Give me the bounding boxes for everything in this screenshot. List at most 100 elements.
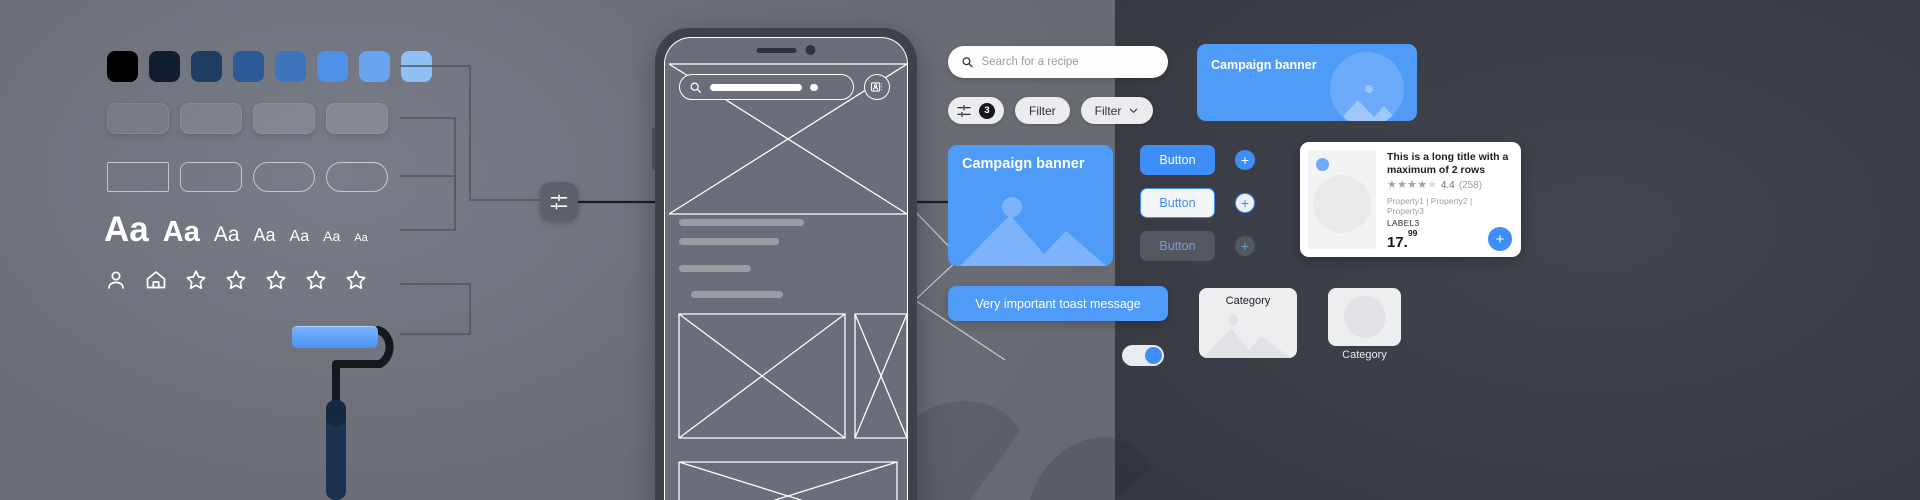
price-cents: 99 [1407,228,1418,239]
color-swatch[interactable] [317,51,348,82]
radius-sample[interactable] [253,162,315,192]
earpiece-speaker [756,47,797,53]
category-label: Category [1342,349,1387,361]
review-count: (258) [1458,179,1483,191]
star-icon[interactable] [224,268,248,292]
wireframe-text-line [679,238,779,245]
button-outlined[interactable]: Button [1140,188,1215,218]
toast-message[interactable]: Very important toast message [948,286,1168,321]
wireframe-account-button[interactable] [864,74,890,100]
rating-value: 4.4 [1440,179,1455,191]
wireframe-text-line [691,291,783,298]
phone-notch [756,45,816,55]
button-disabled[interactable]: Button [1140,231,1215,261]
elevation-card[interactable] [253,103,315,134]
wireframe-text-dot [810,83,818,91]
contact-card-icon [870,82,883,92]
filter-chip-label: Filter [1094,103,1122,118]
campaign-banner-title: Campaign banner [962,156,1085,172]
radius-sample[interactable] [326,162,388,192]
wireframe-text-line [679,265,751,272]
filter-settings-chip[interactable]: 3 [948,97,1004,124]
add-button-outlined[interactable]: + [1235,193,1255,213]
color-swatch[interactable] [401,51,432,82]
elevation-card[interactable] [107,103,169,134]
phone-screen [664,37,908,500]
product-price: 17.99 [1387,228,1417,251]
category-placeholder-shape [1343,296,1386,338]
elevation-sample-row [107,103,388,134]
color-swatch[interactable] [233,51,264,82]
campaign-banner-card[interactable]: Campaign banner [948,145,1113,266]
home-icon[interactable] [144,268,168,292]
image-placeholder-icon [960,197,1106,266]
color-swatch[interactable] [107,51,138,82]
price-main: 17. [1387,234,1408,251]
star-icon[interactable] [304,268,328,292]
category-label: Category [1225,295,1271,307]
button-filled[interactable]: Button [1140,145,1215,175]
campaign-banner-wide-title: Campaign banner [1211,58,1317,72]
add-button-disabled[interactable]: + [1235,236,1255,256]
type-specimen: Aa [354,232,368,244]
sliders-node-button[interactable] [540,182,578,221]
star-rating-icons: ★ ★ ★ ★ ★ [1387,178,1437,191]
product-rating: ★ ★ ★ ★ ★ 4.4 (258) [1387,178,1511,191]
product-card[interactable]: This is a long title with a maximum of 2… [1300,142,1521,257]
toggle-switch[interactable] [1122,345,1164,366]
image-placeholder-icon [1203,315,1291,358]
filter-chip-label: Filter [1029,103,1056,118]
wireframe-text-line [710,83,802,91]
sliders-icon [550,194,568,209]
elevation-card[interactable] [326,103,388,134]
type-specimen: Aa [162,216,200,248]
toggle-knob [1145,347,1162,364]
phone-side-button[interactable] [652,128,655,170]
search-icon [690,82,701,93]
front-camera [805,45,816,55]
star-icon[interactable] [184,268,208,292]
color-swatch[interactable] [359,51,390,82]
paint-roller-head [292,326,378,348]
user-icon[interactable] [104,268,128,292]
button-row: Button + [1140,145,1255,175]
thumbnail-placeholder-shape [1313,175,1371,233]
type-specimen: Aa [323,228,341,244]
button-row: Button + [1140,188,1255,218]
type-specimen: Aa [289,228,310,245]
category-tile-with-label[interactable]: Category [1199,288,1297,358]
color-swatch[interactable] [149,51,180,82]
filter-chip-row: 3 Filter Filter [948,97,1154,124]
phone-mockup [652,28,917,500]
filter-chip[interactable]: Filter [1015,97,1070,124]
elevation-card[interactable] [180,103,242,134]
filter-count-badge: 3 [979,102,995,119]
color-palette-row [107,51,432,82]
add-button-filled[interactable]: + [1235,150,1255,170]
wireframe-search-bar[interactable] [679,74,854,100]
star-icon[interactable] [344,268,368,292]
type-specimen: Aa [253,225,276,245]
type-scale-row: Aa Aa Aa Aa Aa Aa Aa [104,212,368,247]
product-properties: Property1 | Property2 | Property3 [1387,195,1473,216]
filter-dropdown-chip[interactable]: Filter [1080,97,1154,124]
star-icon[interactable] [264,268,288,292]
search-input[interactable] [981,56,1155,68]
toast-text: Very important toast message [975,296,1141,311]
color-swatch[interactable] [275,51,306,82]
add-to-cart-button[interactable]: + [1488,227,1512,251]
search-bar[interactable] [948,46,1168,78]
color-swatch[interactable] [191,51,222,82]
radius-sample[interactable] [180,162,242,192]
type-specimen: Aa [104,210,149,249]
campaign-banner-wide[interactable]: Campaign banner [1197,44,1417,121]
product-card-body: This is a long title with a maximum of 2… [1376,142,1521,257]
button-row: Button + [1140,231,1255,261]
category-tile[interactable] [1328,288,1401,346]
button-variants-stack: Button + Button + Button + [1140,145,1255,261]
search-icon [962,57,973,68]
icon-library-row [104,268,368,292]
design-system-canvas: Aa Aa Aa Aa Aa Aa Aa Search for a recipe… [0,0,1920,500]
radius-sample[interactable] [107,162,169,192]
sliders-icon [957,104,971,117]
